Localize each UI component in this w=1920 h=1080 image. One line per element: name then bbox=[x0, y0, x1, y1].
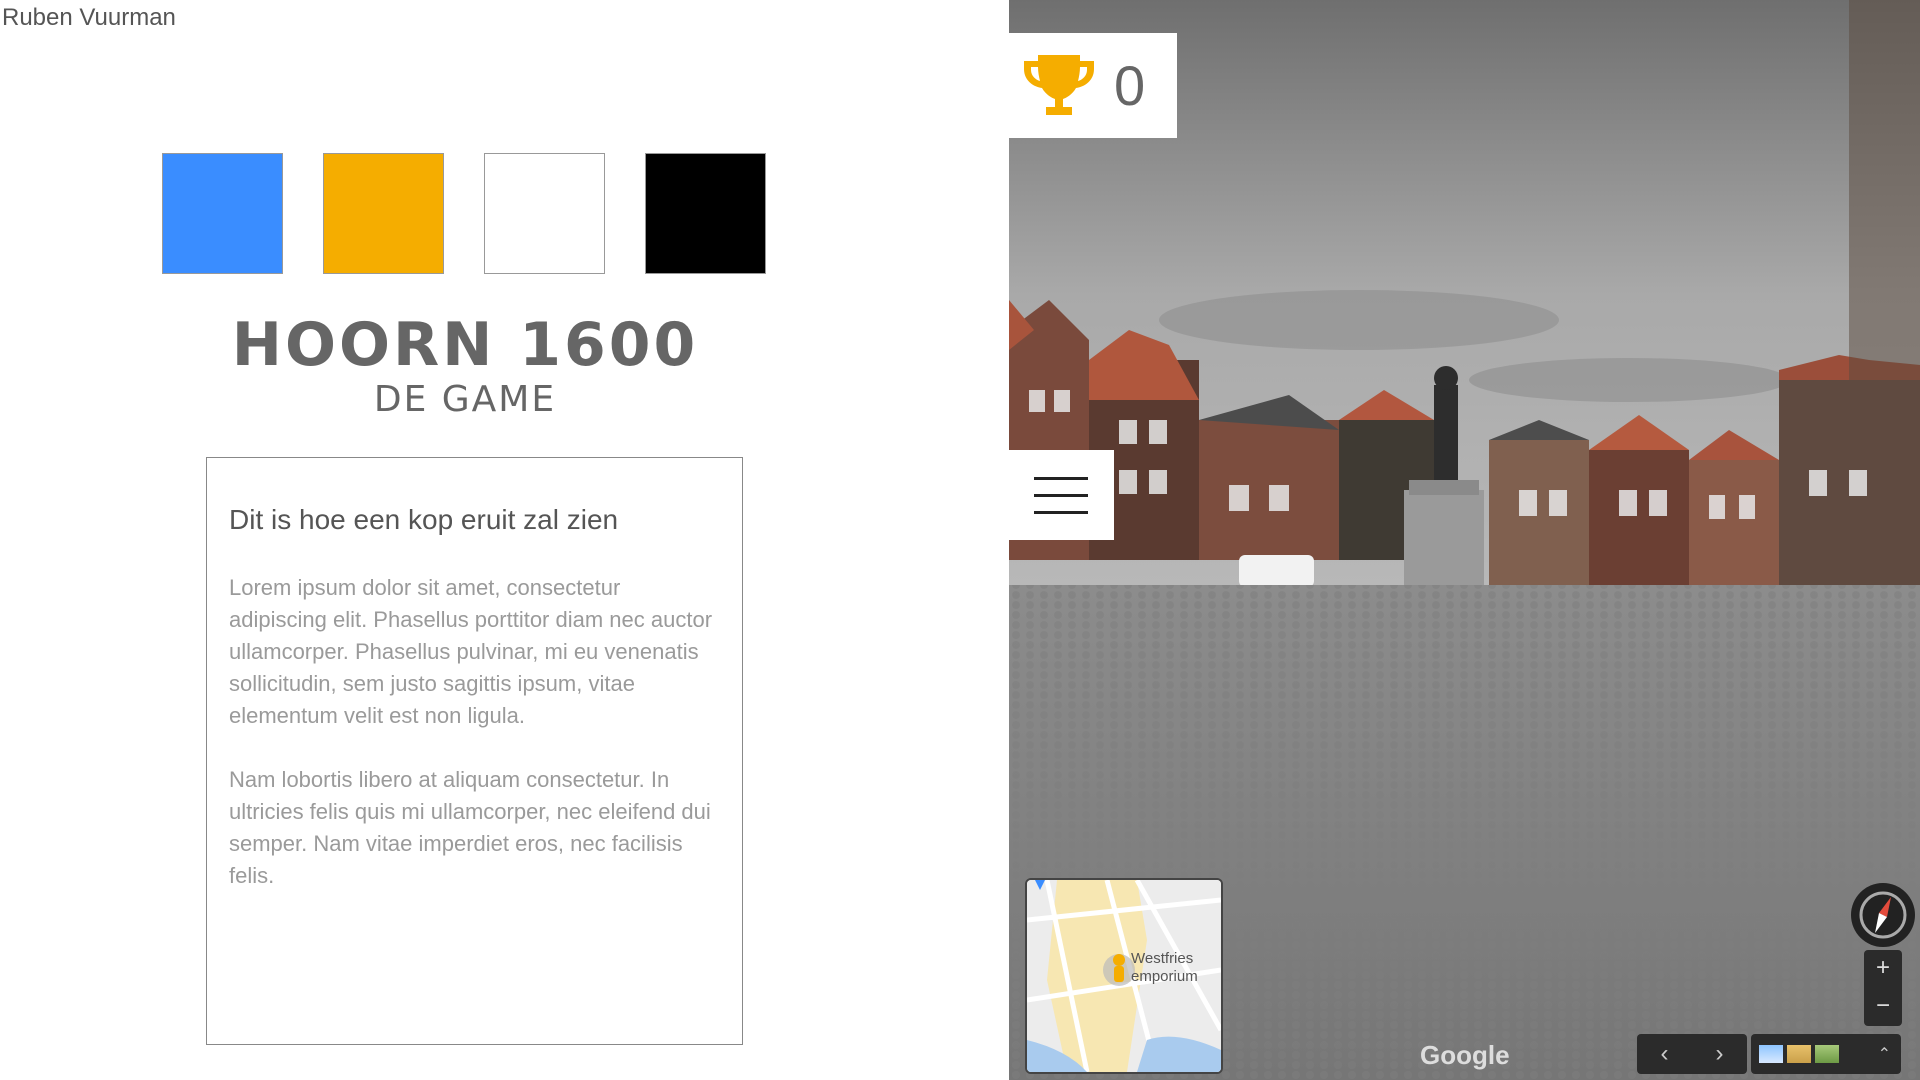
imagery-thumbnail-strip: ⌃ bbox=[1751, 1034, 1901, 1074]
zoom-in-button[interactable]: + bbox=[1864, 950, 1902, 988]
previous-arrow-button[interactable]: ‹ bbox=[1637, 1034, 1692, 1074]
color-swatches bbox=[162, 153, 766, 274]
menu-button[interactable] bbox=[1009, 450, 1114, 540]
compass-control[interactable] bbox=[1851, 883, 1915, 947]
score-value: 0 bbox=[1114, 54, 1146, 117]
trophy-icon bbox=[1024, 54, 1094, 115]
minimap[interactable]: Westfries emporium bbox=[1025, 878, 1223, 1074]
minimap-label: Westfries emporium bbox=[1131, 950, 1198, 985]
score-display: 0 bbox=[1009, 33, 1177, 138]
author-name: Ruben Vuurman bbox=[2, 4, 176, 31]
thumbnail-sky[interactable] bbox=[1759, 1045, 1783, 1063]
thumbnail-sand[interactable] bbox=[1787, 1045, 1811, 1063]
swatch-black bbox=[645, 153, 766, 274]
expand-chevron-icon[interactable]: ⌃ bbox=[1878, 1044, 1891, 1064]
thumbnail-field[interactable] bbox=[1815, 1045, 1839, 1063]
card-heading: Dit is hoe een kop eruit zal zien bbox=[229, 504, 619, 535]
google-logo: Google bbox=[1420, 1040, 1510, 1070]
swatch-blue bbox=[162, 153, 283, 274]
card-paragraph-1: Lorem ipsum dolor sit amet, consectetur … bbox=[229, 575, 713, 728]
swatch-white bbox=[484, 153, 605, 274]
card-paragraph-2: Nam lobortis libero at aliquam consectet… bbox=[229, 767, 711, 888]
title-sub: DE GAME bbox=[373, 379, 557, 420]
content-card: Dit is hoe een kop eruit zal zien Lorem … bbox=[206, 457, 743, 1045]
next-arrow-button[interactable]: › bbox=[1692, 1034, 1747, 1074]
swatch-orange bbox=[323, 153, 444, 274]
game-title: HOORN 1600 DE GAME bbox=[0, 312, 930, 420]
compass-icon bbox=[1859, 891, 1907, 939]
zoom-control: + − bbox=[1864, 950, 1902, 1026]
navigation-arrows: ‹ › bbox=[1637, 1034, 1747, 1074]
title-main: HOORN 1600 bbox=[231, 310, 699, 380]
zoom-out-button[interactable]: − bbox=[1864, 988, 1902, 1026]
